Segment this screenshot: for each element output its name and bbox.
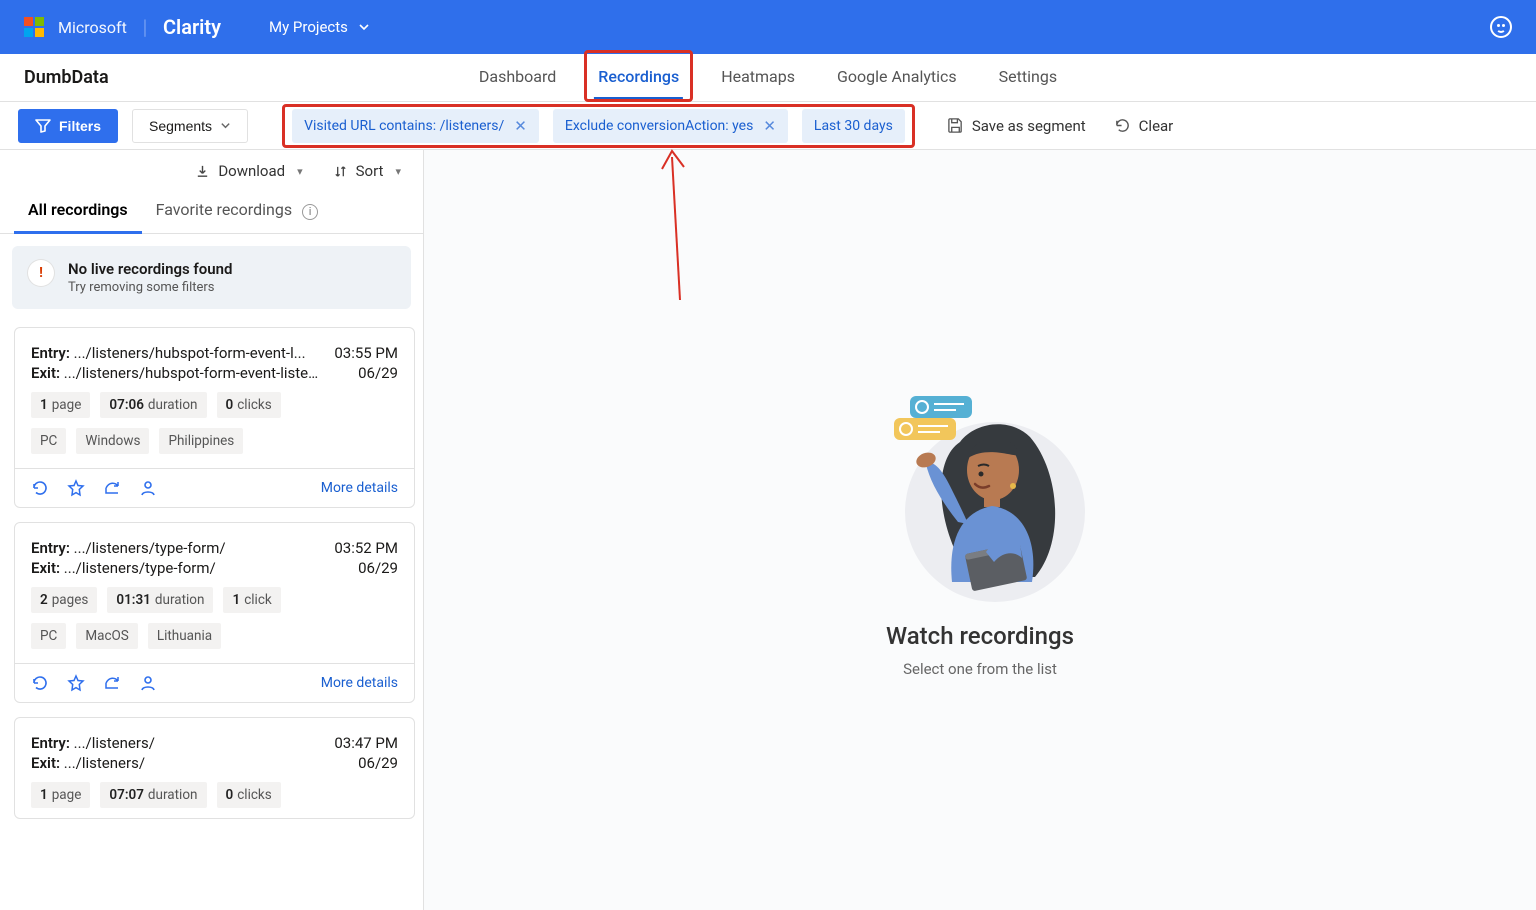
project-nav: DumbData Dashboard Recordings Heatmaps G…	[0, 54, 1536, 102]
pages-badge: 1page	[31, 782, 90, 808]
duration-badge: 07:07duration	[100, 782, 206, 808]
info-icon[interactable]: i	[302, 204, 318, 220]
filters-button-label: Filters	[59, 118, 101, 134]
filters-button[interactable]: Filters	[18, 109, 118, 143]
save-as-segment-button[interactable]: Save as segment	[947, 117, 1086, 135]
segments-button-label: Segments	[149, 118, 212, 134]
project-name: DumbData	[24, 67, 109, 88]
close-icon[interactable]: ✕	[763, 117, 776, 135]
sidebar-actions: Download ▾ Sort ▾	[0, 150, 423, 184]
chevron-down-icon	[220, 120, 231, 131]
download-button[interactable]: Download ▾	[195, 162, 302, 180]
star-icon[interactable]	[67, 674, 85, 692]
tab-google-analytics[interactable]: Google Analytics	[833, 56, 961, 100]
device-badge: PC	[31, 623, 66, 649]
filter-chip-label: Last 30 days	[814, 118, 893, 134]
microsoft-logo-icon	[24, 17, 44, 37]
empty-state-subtitle: Select one from the list	[903, 660, 1057, 678]
recordings-list[interactable]: Entry: .../listeners/hubspot-form-event-…	[0, 321, 423, 910]
filter-chip-label: Exclude conversionAction: yes	[565, 118, 753, 134]
brand-divider: |	[143, 15, 147, 39]
filter-chip-label: Visited URL contains: /listeners/	[304, 118, 504, 134]
main-tabs: Dashboard Recordings Heatmaps Google Ana…	[475, 56, 1061, 100]
tab-favorite-recordings[interactable]: Favorite recordings i	[142, 190, 332, 233]
close-icon[interactable]: ✕	[514, 117, 527, 135]
content-area: Download ▾ Sort ▾ All recordings Favorit…	[0, 150, 1536, 910]
share-icon[interactable]	[103, 479, 121, 497]
os-badge: Windows	[76, 428, 149, 454]
feedback-smile-icon[interactable]	[1490, 16, 1512, 38]
filter-chip-exclude-conversion[interactable]: Exclude conversionAction: yes ✕	[553, 109, 788, 143]
chevron-down-icon: ▾	[395, 165, 401, 178]
filter-bar: Filters Segments Visited URL contains: /…	[0, 102, 1536, 150]
save-icon	[947, 117, 964, 134]
alert-title: No live recordings found	[68, 260, 232, 278]
more-details-link[interactable]: More details	[321, 675, 398, 691]
refresh-icon[interactable]	[31, 674, 49, 692]
clicks-badge: 0clicks	[217, 392, 281, 418]
recording-card[interactable]: Entry: .../listeners/type-form/03:52 PME…	[14, 522, 415, 703]
download-icon	[195, 164, 210, 179]
refresh-icon[interactable]	[31, 479, 49, 497]
filter-icon	[35, 119, 51, 133]
device-badge: PC	[31, 428, 66, 454]
country-badge: Lithuania	[148, 623, 221, 649]
undo-icon	[1114, 117, 1131, 134]
clear-filters-button[interactable]: Clear	[1114, 117, 1174, 135]
country-badge: Philippines	[159, 428, 243, 454]
chevron-down-icon: ▾	[297, 165, 303, 178]
clicks-badge: 0clicks	[217, 782, 281, 808]
duration-badge: 01:31duration	[107, 587, 213, 613]
empty-state-title: Watch recordings	[886, 622, 1074, 650]
clicks-badge: 1click	[223, 587, 280, 613]
user-icon[interactable]	[139, 479, 157, 497]
sort-button[interactable]: Sort ▾	[333, 162, 401, 180]
pages-badge: 2pages	[31, 587, 97, 613]
tab-dashboard[interactable]: Dashboard	[475, 56, 560, 100]
filter-chip-visited-url[interactable]: Visited URL contains: /listeners/ ✕	[292, 109, 539, 143]
download-label: Download	[218, 162, 285, 180]
tab-recordings[interactable]: Recordings	[594, 56, 683, 100]
no-live-recordings-alert: ! No live recordings found Try removing …	[12, 246, 411, 309]
pages-badge: 1page	[31, 392, 90, 418]
brand-bar: Microsoft | Clarity My Projects	[0, 0, 1536, 54]
sort-label: Sort	[356, 162, 384, 180]
tab-favorite-label: Favorite recordings	[156, 200, 292, 219]
alert-subtitle: Try removing some filters	[68, 280, 232, 295]
my-projects-menu[interactable]: My Projects	[269, 18, 370, 36]
tab-heatmaps[interactable]: Heatmaps	[717, 56, 799, 100]
more-details-link[interactable]: More details	[321, 480, 398, 496]
star-icon[interactable]	[67, 479, 85, 497]
share-icon[interactable]	[103, 674, 121, 692]
user-icon[interactable]	[139, 674, 157, 692]
segments-button[interactable]: Segments	[132, 109, 248, 143]
main-panel: Watch recordings Select one from the lis…	[424, 150, 1536, 910]
product-name: Clarity	[163, 15, 221, 39]
recording-card[interactable]: Entry: .../listeners/hubspot-form-event-…	[14, 327, 415, 508]
chevron-down-icon	[358, 21, 370, 33]
duration-badge: 07:06duration	[100, 392, 206, 418]
os-badge: MacOS	[76, 623, 138, 649]
filter-chip-date-range[interactable]: Last 30 days	[802, 109, 905, 143]
tab-all-recordings[interactable]: All recordings	[14, 190, 142, 234]
recording-tabs: All recordings Favorite recordings i	[0, 184, 423, 234]
warning-icon: !	[28, 260, 54, 286]
save-as-segment-label: Save as segment	[972, 117, 1086, 135]
clear-filters-label: Clear	[1139, 117, 1174, 135]
sort-icon	[333, 164, 348, 179]
tab-settings[interactable]: Settings	[995, 56, 1061, 100]
recordings-sidebar: Download ▾ Sort ▾ All recordings Favorit…	[0, 150, 424, 910]
recording-card[interactable]: Entry: .../listeners/03:47 PMExit: .../l…	[14, 717, 415, 819]
company-name: Microsoft	[58, 18, 127, 37]
watch-recordings-illustration	[860, 382, 1100, 612]
my-projects-label: My Projects	[269, 18, 348, 36]
